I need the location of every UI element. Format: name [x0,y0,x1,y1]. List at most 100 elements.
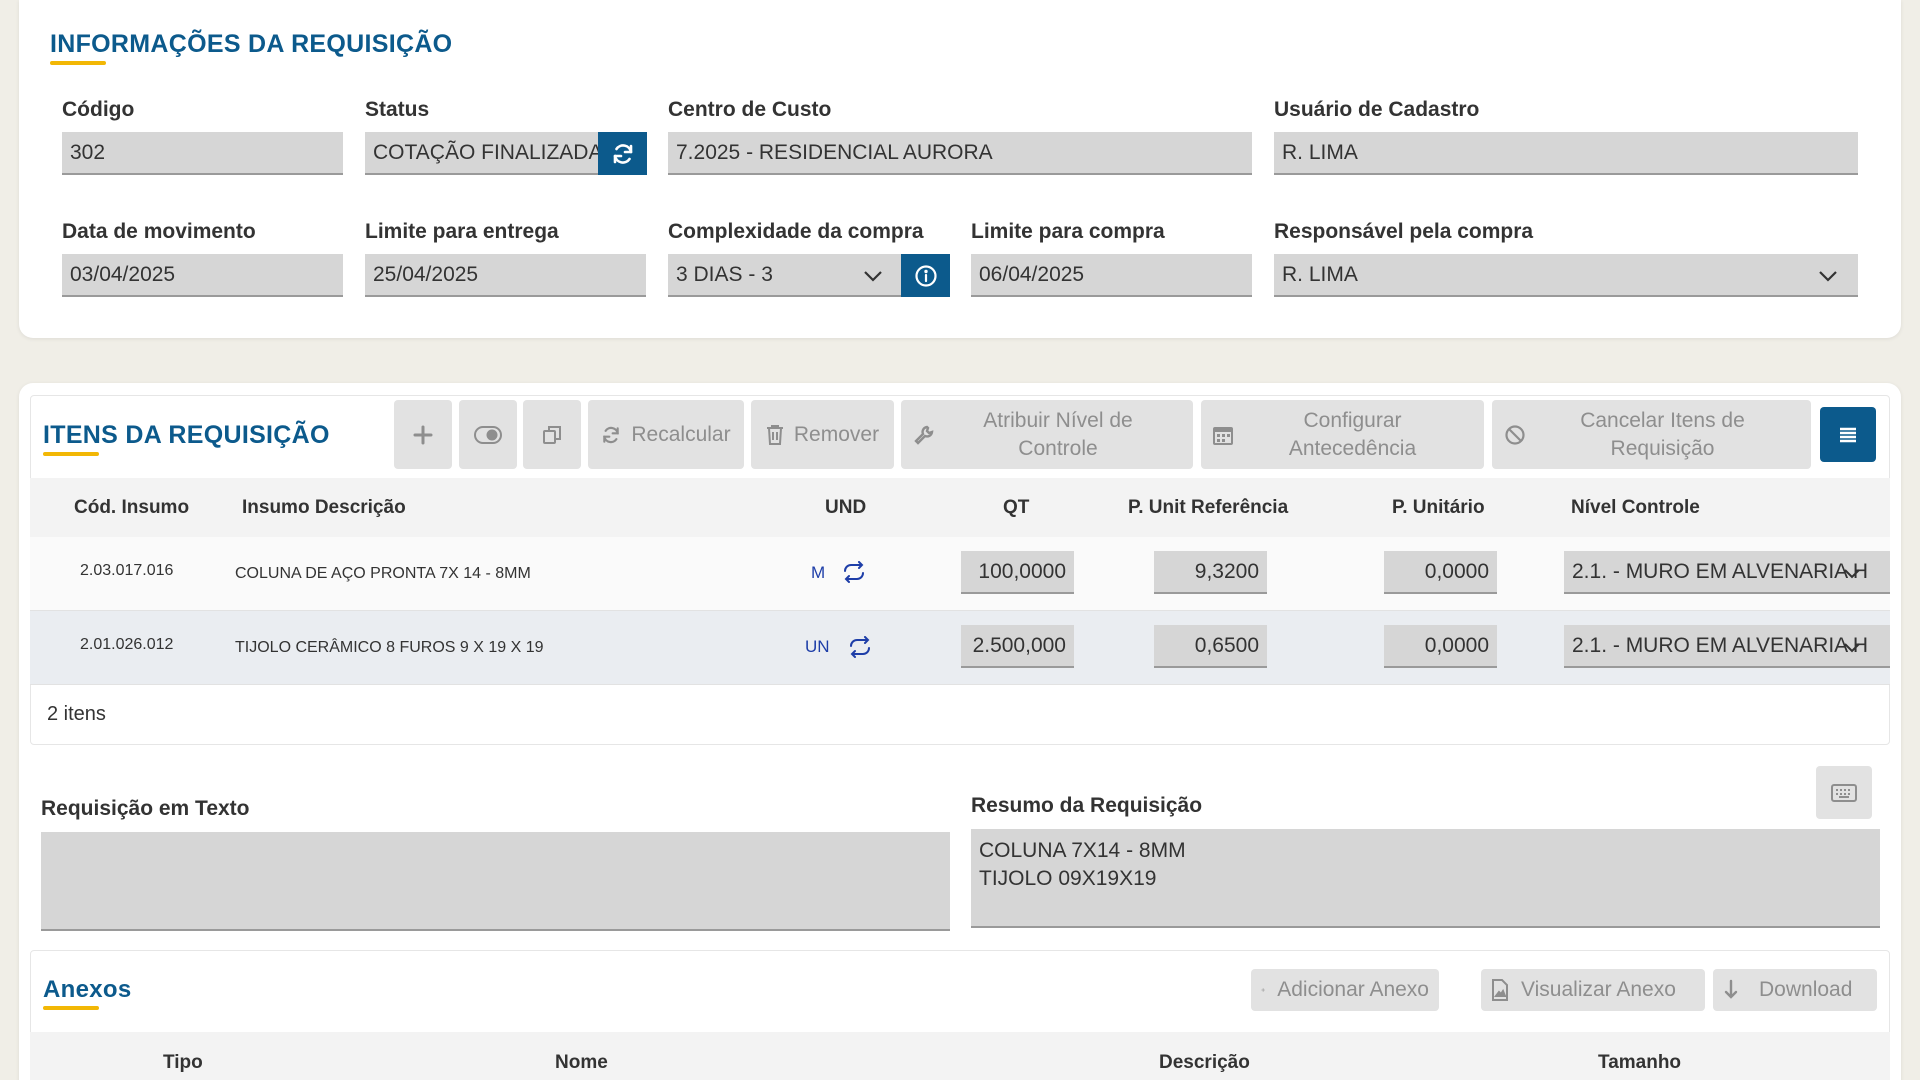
col-tipo: Tipo [163,1052,203,1073]
cancelar-itens-label: Cancelar Itens de Requisição [1580,408,1745,460]
copy-button[interactable] [523,400,581,469]
refresh-icon [613,143,632,164]
recalcular-button[interactable]: Recalcular [588,400,744,469]
itens-table-header: Cód. Insumo Insumo Descrição UND QT P. U… [30,478,1890,537]
status-field[interactable]: COTAÇÃO FINALIZADA [365,132,600,175]
limite-compra-label: Limite para compra [971,220,1165,243]
punit-input[interactable]: 0,0000 [1384,625,1497,668]
resumo-line: TIJOLO 09X19X19 [979,867,1157,890]
anexos-section-title: Anexos [43,976,132,1003]
resumo-line: COLUNA 7X14 - 8MM [979,839,1186,862]
copy-icon [543,425,561,444]
info-icon [914,264,937,287]
col-nome: Nome [555,1052,608,1073]
qt-input[interactable]: 100,0000 [961,551,1074,594]
row-und: UN [805,637,830,656]
codigo-field[interactable]: 302 [62,132,343,175]
adicionar-anexo-label: Adicionar Anexo [1277,978,1429,1001]
col-punit-referencia: P. Unit Referência [1128,497,1289,518]
cancelar-itens-button[interactable]: Cancelar Itens de Requisição [1492,400,1811,469]
title-underline [43,452,99,456]
itens-section-title: ITENS DA REQUISIÇÃO [43,421,330,449]
col-descricao: Descrição [1159,1052,1250,1073]
codigo-label: Código [62,98,135,121]
resumo-label: Resumo da Requisição [971,794,1203,817]
swap-unit-icon[interactable] [848,636,872,658]
col-insumo-descricao: Insumo Descrição [242,497,406,518]
visualizar-anexo-label: Visualizar Anexo [1521,978,1676,1001]
usuario-cadastro-label: Usuário de Cadastro [1274,98,1480,121]
row-und: M [811,563,826,582]
col-tamanho: Tamanho [1598,1052,1682,1073]
ban-icon [1505,424,1525,445]
adicionar-anexo-button[interactable]: Adicionar Anexo [1251,969,1439,1011]
col-nivel-controle: Nível Controle [1571,497,1700,518]
remover-label: Remover [793,422,880,446]
col-und: UND [825,497,867,518]
atribuir-nivel-button[interactable]: Atribuir Nível de Controle [901,400,1193,469]
title-underline [43,1006,99,1010]
keyboard-icon [1831,783,1857,802]
requisicao-texto-input[interactable] [41,832,950,931]
item-count: 2 itens [47,703,106,725]
keyboard-button[interactable] [1816,766,1872,819]
configurar-antecedencia-button[interactable]: Configurar Antecedência [1201,400,1484,469]
requisicao-texto-label: Requisição em Texto [41,797,250,820]
title-underline [50,61,106,65]
remover-button[interactable]: Remover [751,400,894,469]
punit-input[interactable]: 0,0000 [1384,551,1497,594]
row-cod: 2.03.017.016 [80,562,174,579]
table-row[interactable]: 2.03.017.016 COLUNA DE AÇO PRONTA 7X 14 … [30,537,1890,611]
resumo-textarea[interactable]: COLUNA 7X14 - 8MM TIJOLO 09X19X19 [971,829,1880,928]
data-movimento-field[interactable]: 03/04/2025 [62,254,343,297]
download-icon [1724,979,1738,999]
row-desc: COLUNA DE AÇO PRONTA 7X 14 - 8MM [235,565,531,582]
recalcular-label: Recalcular [631,422,731,446]
image-file-icon [1492,979,1508,1001]
configurar-antecedencia-label: Configurar Antecedência [1288,408,1417,460]
wrench-icon [914,425,934,445]
responsavel-label: Responsável pela compra [1274,220,1534,243]
toggle-icon [474,425,502,444]
qt-input[interactable]: 2.500,000 [961,625,1074,668]
col-cod-insumo: Cód. Insumo [74,497,190,518]
add-item-button[interactable] [394,400,452,469]
info-section-title: INFORMAÇÕES DA REQUISIÇÃO [50,30,453,58]
download-button[interactable]: Download [1713,969,1877,1011]
limite-compra-field[interactable]: 06/04/2025 [971,254,1252,297]
centro-custo-label: Centro de Custo [668,98,832,121]
refresh-icon [603,426,620,443]
toggle-button[interactable] [459,400,517,469]
punit-ref-field[interactable]: 0,6500 [1154,625,1267,668]
atribuir-nivel-label: Atribuir Nível de Controle [983,408,1133,460]
plus-icon [413,425,433,444]
calendar-icon [1213,426,1233,445]
swap-unit-icon[interactable] [842,561,866,583]
data-movimento-label: Data de movimento [62,220,256,243]
chevron-down-icon [1844,569,1860,579]
chevron-down-icon [1844,643,1860,653]
complexidade-label: Complexidade da compra [668,220,924,243]
limite-entrega-label: Limite para entrega [365,220,559,243]
menu-button[interactable] [1820,407,1876,462]
responsavel-select[interactable]: R. LIMA [1274,254,1858,297]
punit-ref-field[interactable]: 9,3200 [1154,551,1267,594]
row-cod: 2.01.026.012 [80,636,174,653]
col-punit: P. Unitário [1392,497,1485,518]
menu-icon [1840,427,1856,442]
visualizar-anexo-button[interactable]: Visualizar Anexo [1481,969,1705,1011]
plus-icon [1261,988,1265,992]
limite-entrega-field[interactable]: 25/04/2025 [365,254,646,297]
complexidade-info-button[interactable] [901,254,950,297]
status-label: Status [365,98,430,121]
row-desc: TIJOLO CERÂMICO 8 FUROS 9 X 19 X 19 [235,639,544,656]
usuario-cadastro-field[interactable]: R. LIMA [1274,132,1858,175]
table-row[interactable]: 2.01.026.012 TIJOLO CERÂMICO 8 FUROS 9 X… [30,611,1890,685]
trash-icon [766,424,783,445]
chevron-down-icon [864,271,882,282]
chevron-down-icon [1819,271,1837,282]
download-label: Download [1759,978,1853,1001]
centro-custo-field[interactable]: 7.2025 - RESIDENCIAL AURORA [668,132,1252,175]
col-qt: QT [1003,497,1030,518]
refresh-status-button[interactable] [598,132,647,175]
